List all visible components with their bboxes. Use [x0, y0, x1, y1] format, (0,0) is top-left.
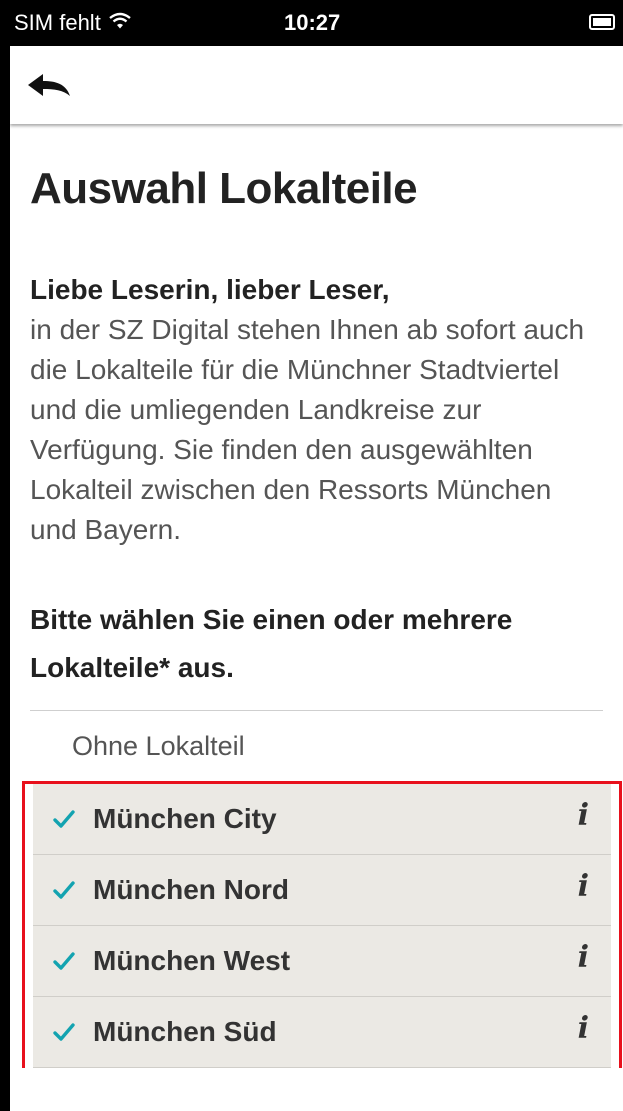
back-arrow-icon: [28, 74, 70, 96]
intro-text: Liebe Leserin, lieber Leser, in der SZ D…: [30, 270, 603, 550]
app-screen: SIM fehlt 10:27 Auswahl Lokalteile Liebe…: [10, 0, 623, 1111]
checkmark-icon: [53, 881, 75, 899]
intro-body: in der SZ Digital stehen Ihnen ab sofort…: [30, 314, 585, 545]
main-content: Auswahl Lokalteile Liebe Leserin, lieber…: [10, 124, 623, 711]
page-title: Auswahl Lokalteile: [30, 164, 418, 213]
status-time: 10:27: [284, 10, 341, 35]
local-section-list: München City i München Nord i München We…: [22, 781, 622, 1068]
screen-left-edge: [0, 0, 10, 1111]
info-icon[interactable]: i: [578, 940, 589, 975]
list-item-label: München City: [93, 803, 277, 834]
info-icon[interactable]: i: [578, 869, 589, 904]
list-item-muenchen-city[interactable]: München City i: [33, 784, 611, 855]
checkmark-icon: [53, 1023, 75, 1041]
back-button[interactable]: [26, 72, 86, 108]
checkmark-icon: [53, 810, 75, 828]
option-no-local-section[interactable]: Ohne Lokalteil: [10, 711, 623, 781]
battery-icon: [589, 14, 615, 30]
list-item-label: München Süd: [93, 1016, 277, 1047]
greeting-text: Liebe Leserin, lieber Leser,: [30, 274, 390, 305]
list-item-muenchen-sued[interactable]: München Süd i: [33, 997, 611, 1068]
selection-prompt: Bitte wählen Sie einen oder mehrere Loka…: [30, 604, 513, 683]
option-label: Ohne Lokalteil: [72, 730, 245, 761]
info-icon[interactable]: i: [578, 798, 589, 833]
list-item-label: München West: [93, 945, 291, 976]
carrier-info: SIM fehlt: [14, 10, 131, 36]
navigation-bar: [10, 46, 623, 124]
status-bar: SIM fehlt 10:27: [10, 0, 623, 46]
info-icon[interactable]: i: [578, 1011, 589, 1046]
checkmark-icon: [53, 952, 75, 970]
wifi-icon: [109, 10, 131, 36]
list-item-muenchen-west[interactable]: München West i: [33, 926, 611, 997]
carrier-label: SIM fehlt: [14, 10, 101, 35]
list-item-muenchen-nord[interactable]: München Nord i: [33, 855, 611, 926]
list-item-label: München Nord: [93, 874, 289, 905]
